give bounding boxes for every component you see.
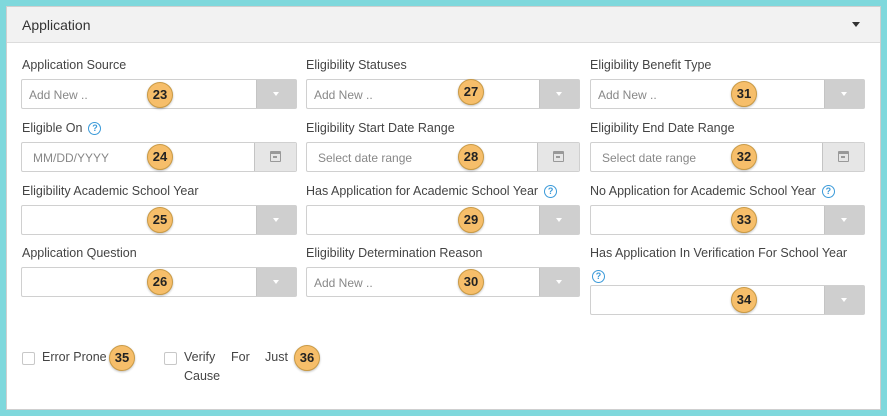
calendar-icon xyxy=(270,151,281,162)
panel-header[interactable]: Application xyxy=(7,7,880,43)
question-circle-icon[interactable]: ? xyxy=(592,270,605,283)
eligibility-end-date-range-label: Eligibility End Date Range xyxy=(590,121,735,135)
eligibility-determination-reason-placeholder: Add New .. xyxy=(314,276,373,290)
chevron-down-icon xyxy=(556,92,562,96)
calendar-icon xyxy=(838,151,849,162)
has-application-for-academic-school-year-select[interactable] xyxy=(306,205,580,235)
annotation-badge: 35 xyxy=(109,345,135,371)
question-circle-icon[interactable]: ? xyxy=(544,185,558,198)
has-application-dropdown-button[interactable] xyxy=(539,206,579,234)
annotation-badge: 32 xyxy=(731,144,757,170)
application-source-label: Application Source xyxy=(22,58,127,72)
verify-label: Verify xyxy=(184,350,216,364)
calendar-icon xyxy=(553,151,564,162)
eligible-on-label-text: Eligible On xyxy=(22,121,83,135)
eligibility-start-date-range-input[interactable]: Select date range xyxy=(306,142,580,172)
eligibility-benefit-type-placeholder: Add New .. xyxy=(598,88,657,102)
for-label: For xyxy=(231,350,250,364)
caret-down-icon[interactable] xyxy=(852,22,860,27)
eligibility-start-date-calendar-button[interactable] xyxy=(537,143,579,171)
error-prone-label: Error Prone xyxy=(42,350,107,364)
chevron-down-icon xyxy=(273,280,279,284)
eligible-on-calendar-button[interactable] xyxy=(254,143,296,171)
eligibility-statuses-placeholder: Add New .. xyxy=(314,88,373,102)
annotation-badge: 30 xyxy=(458,269,484,295)
annotation-badge: 34 xyxy=(731,287,757,313)
eligibility-end-date-range-input[interactable]: Select date range xyxy=(590,142,865,172)
eligibility-determination-reason-dropdown-button[interactable] xyxy=(539,268,579,296)
eligibility-determination-reason-label: Eligibility Determination Reason xyxy=(306,246,483,260)
eligibility-statuses-label: Eligibility Statuses xyxy=(306,58,407,72)
chevron-down-icon xyxy=(556,280,562,284)
chevron-down-icon xyxy=(841,298,847,302)
annotation-badge: 23 xyxy=(147,82,173,108)
annotation-badge: 24 xyxy=(147,144,173,170)
annotation-badge: 29 xyxy=(458,207,484,233)
application-question-label: Application Question xyxy=(22,246,137,260)
question-circle-icon[interactable]: ? xyxy=(821,185,835,198)
has-application-in-verification-label: Has Application In Verification For Scho… xyxy=(590,246,848,260)
question-circle-icon[interactable]: ? xyxy=(88,122,102,135)
eligibility-benefit-type-dropdown-button[interactable] xyxy=(824,80,864,108)
chevron-down-icon xyxy=(273,92,279,96)
no-application-for-academic-school-year-label: No Application for Academic School Year? xyxy=(590,184,835,198)
panel-title: Application xyxy=(22,17,91,33)
has-application-for-academic-school-year-label: Has Application for Academic School Year… xyxy=(306,184,558,198)
eligibility-determination-reason-select[interactable]: Add New .. xyxy=(306,267,580,297)
annotation-badge: 31 xyxy=(731,81,757,107)
chevron-down-icon xyxy=(273,218,279,222)
annotation-badge: 33 xyxy=(731,207,757,233)
no-application-dropdown-button[interactable] xyxy=(824,206,864,234)
chevron-down-icon xyxy=(556,218,562,222)
eligible-on-placeholder: MM/DD/YYYY xyxy=(33,151,110,165)
error-prone-checkbox[interactable] xyxy=(22,352,35,365)
eligibility-benefit-type-select[interactable]: Add New .. xyxy=(590,79,865,109)
annotation-badge: 28 xyxy=(458,144,484,170)
has-application-in-verification-dropdown-button[interactable] xyxy=(824,286,864,314)
chevron-down-icon xyxy=(841,218,847,222)
has-application-in-verification-select[interactable] xyxy=(590,285,865,315)
eligibility-academic-school-year-dropdown-button[interactable] xyxy=(256,206,296,234)
eligibility-start-date-range-label: Eligibility Start Date Range xyxy=(306,121,455,135)
application-source-dropdown-button[interactable] xyxy=(256,80,296,108)
verify-for-just-cause-checkbox[interactable] xyxy=(164,352,177,365)
application-question-dropdown-button[interactable] xyxy=(256,268,296,296)
eligibility-end-date-range-placeholder: Select date range xyxy=(602,151,697,165)
annotation-badge: 36 xyxy=(294,345,320,371)
eligibility-statuses-select[interactable]: Add New .. xyxy=(306,79,580,109)
eligibility-benefit-type-label: Eligibility Benefit Type xyxy=(590,58,712,72)
eligibility-statuses-dropdown-button[interactable] xyxy=(539,80,579,108)
has-application-label-text: Has Application for Academic School Year xyxy=(306,184,539,198)
application-source-placeholder: Add New .. xyxy=(29,88,88,102)
eligibility-start-date-range-placeholder: Select date range xyxy=(318,151,413,165)
cause-label: Cause xyxy=(184,369,221,383)
eligible-on-label: Eligible On? xyxy=(22,121,102,135)
eligibility-end-date-calendar-button[interactable] xyxy=(822,143,864,171)
annotation-badge: 26 xyxy=(147,269,173,295)
annotation-badge: 25 xyxy=(147,207,173,233)
chevron-down-icon xyxy=(841,92,847,96)
just-label: Just xyxy=(265,350,288,364)
no-application-label-text: No Application for Academic School Year xyxy=(590,184,816,198)
eligibility-academic-school-year-label: Eligibility Academic School Year xyxy=(22,184,199,198)
annotation-badge: 27 xyxy=(458,79,484,105)
no-application-for-academic-school-year-select[interactable] xyxy=(590,205,865,235)
